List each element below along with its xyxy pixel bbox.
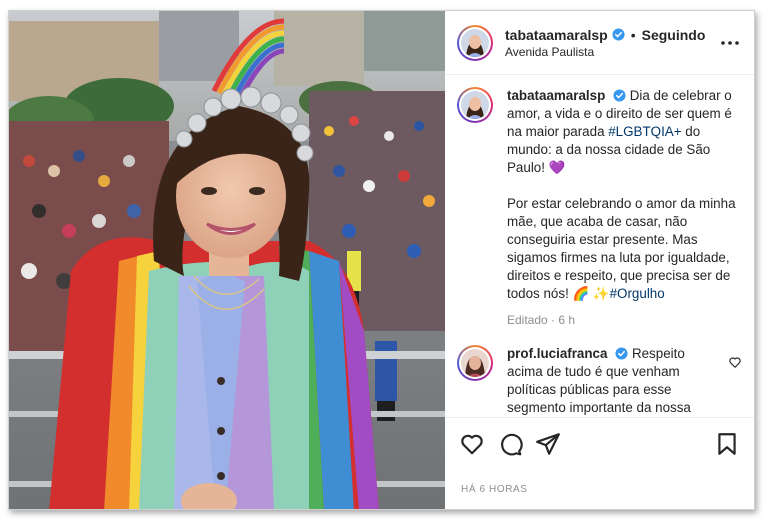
caption-avatar-image [461,91,489,119]
sparkles-emoji: ✨ [592,286,610,301]
verified-badge-icon [613,89,626,102]
caption-meta: Editado · 6 h [507,313,576,327]
commenter-avatar-image [461,349,489,377]
caption-username[interactable]: tabataamaralsp [507,88,605,103]
header-line: tabataamaralsp • Seguindo [505,27,718,43]
caption-paragraph-1: tabataamaralsp Dia de celebrar o amor, a… [507,87,742,177]
post-timestamp: HÁ 6 HORAS [461,483,528,495]
pride-parade-photo [9,11,445,509]
post-location[interactable]: Avenida Paulista [505,45,718,59]
comment-item: prof.luciafranca Respeito acima de tudo … [457,345,742,415]
following-button[interactable]: Seguindo [642,27,706,43]
caption-body: tabataamaralsp Dia de celebrar o amor, a… [507,87,742,329]
author-username[interactable]: tabataamaralsp [505,27,608,43]
comment-icon[interactable] [497,431,523,457]
comment-like-heart-icon[interactable] [728,355,742,369]
header-text: tabataamaralsp • Seguindo Avenida Paulis… [505,27,718,59]
hashtag-orgulho[interactable]: #Orgulho [610,286,665,301]
post-details-panel: tabataamaralsp • Seguindo Avenida Paulis… [445,11,754,509]
commenter-username[interactable]: prof.luciafranca [507,346,607,361]
avatar-frame [459,26,491,59]
avatar-frame [459,347,491,379]
more-options-icon [721,40,739,45]
comment-body: prof.luciafranca Respeito acima de tudo … [507,345,722,415]
bookmark-icon[interactable] [714,431,740,457]
heart-icon[interactable] [459,431,485,457]
send-icon[interactable] [535,431,561,457]
avatar-frame [459,89,491,121]
instagram-post-window: tabataamaralsp • Seguindo Avenida Paulis… [8,10,755,510]
comments-section: tabataamaralsp Dia de celebrar o amor, a… [445,75,754,417]
post-photo[interactable] [9,11,445,509]
commenter-avatar[interactable] [457,345,493,381]
caption: tabataamaralsp Dia de celebrar o amor, a… [457,87,742,329]
author-avatar-image [461,28,489,57]
action-bar [445,417,754,469]
post-header: tabataamaralsp • Seguindo Avenida Paulis… [445,11,754,75]
verified-badge-icon [612,28,625,41]
verified-badge-icon [615,347,628,360]
caption-paragraph-2: Por estar celebrando o amor da minha mãe… [507,195,742,303]
author-avatar[interactable] [457,24,493,61]
caption-author-avatar[interactable] [457,87,493,123]
separator-dot: • [630,26,636,43]
more-options-button[interactable] [718,31,742,55]
hashtag-lgbtqia[interactable]: #LGBTQIA+ [608,124,681,139]
